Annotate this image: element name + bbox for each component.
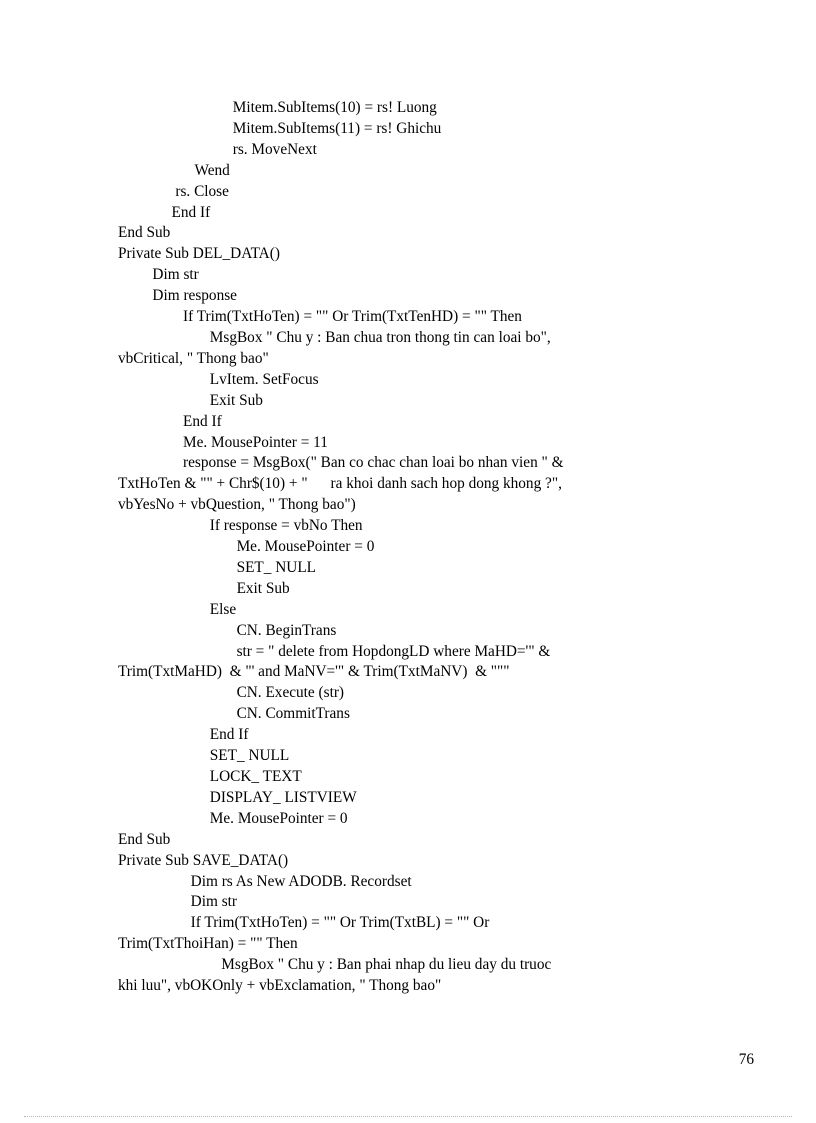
code-line: LvItem. SetFocus [118, 370, 319, 388]
code-line: End Sub [118, 224, 171, 242]
code-line: End If [118, 203, 211, 221]
code-line: TxtHoTen & "" + Chr$(10) + " ra khoi dan… [118, 475, 562, 493]
code-line: vbCritical, " Thong bao" [118, 349, 269, 367]
code-line: Me. MousePointer = 0 [118, 538, 375, 556]
code-line: If response = vbNo Then [118, 517, 363, 535]
code-line: response = MsgBox(" Ban co chac chan loa… [118, 454, 564, 472]
code-line: Me. MousePointer = 11 [118, 433, 328, 451]
code-line: SET_ NULL [118, 558, 317, 576]
code-line: MsgBox " Chu y : Ban chua tron thong tin… [118, 328, 551, 346]
code-line: rs. Close [118, 182, 229, 200]
code-line: Private Sub DEL_DATA() [118, 245, 280, 263]
code-line: LOCK_ TEXT [118, 768, 302, 785]
code-line: Dim str [118, 266, 199, 284]
code-line: Else [118, 600, 237, 618]
code-line: CN. BeginTrans [118, 621, 337, 639]
code-line: khi luu", vbOKOnly + vbExclamation, " Th… [118, 977, 442, 995]
code-line: Mitem.SubItems(11) = rs! Ghichu [118, 119, 442, 137]
footer-divider [24, 1116, 792, 1117]
code-line: Wend [118, 161, 230, 179]
code-line: rs. MoveNext [118, 140, 317, 158]
code-line: If Trim(TxtHoTen) = "" Or Trim(TxtTenHD)… [118, 308, 522, 326]
code-line: End If [118, 726, 249, 744]
code-line: If Trim(TxtHoTen) = "" Or Trim(TxtBL) = … [118, 914, 490, 932]
code-line: str = " delete from HopdongLD where MaHD… [118, 642, 551, 660]
code-line: Dim response [118, 287, 237, 305]
page-number: 76 [738, 1051, 754, 1068]
code-line: Mitem.SubItems(10) = rs! Luong [118, 99, 437, 116]
code-line: Trim(TxtMaHD) & "' and MaNV='" & Trim(Tx… [118, 663, 510, 681]
code-line: CN. Execute (str) [118, 684, 345, 702]
code-line: vbYesNo + vbQuestion, " Thong bao") [118, 496, 356, 514]
code-line: End Sub [118, 830, 171, 848]
code-line: End If [118, 412, 222, 430]
code-line: Dim str [118, 893, 237, 911]
code-line: DISPLAY_ LISTVIEW [118, 788, 357, 806]
document-page: Mitem.SubItems(10) = rs! Luong Mitem.Sub… [0, 0, 816, 1123]
code-line: Trim(TxtThoiHan) = "" Then [118, 935, 298, 953]
code-line: Exit Sub [118, 391, 263, 409]
source-code-listing: Mitem.SubItems(10) = rs! Luong Mitem.Sub… [118, 98, 738, 997]
code-line: Me. MousePointer = 0 [118, 809, 348, 827]
code-line: CN. CommitTrans [118, 705, 350, 723]
code-line: Private Sub SAVE_DATA() [118, 851, 289, 869]
code-line: SET_ NULL [118, 747, 290, 765]
code-line: MsgBox " Chu y : Ban phai nhap du lieu d… [118, 956, 552, 974]
code-line: Exit Sub [118, 579, 290, 597]
code-line: Dim rs As New ADODB. Recordset [118, 872, 412, 890]
